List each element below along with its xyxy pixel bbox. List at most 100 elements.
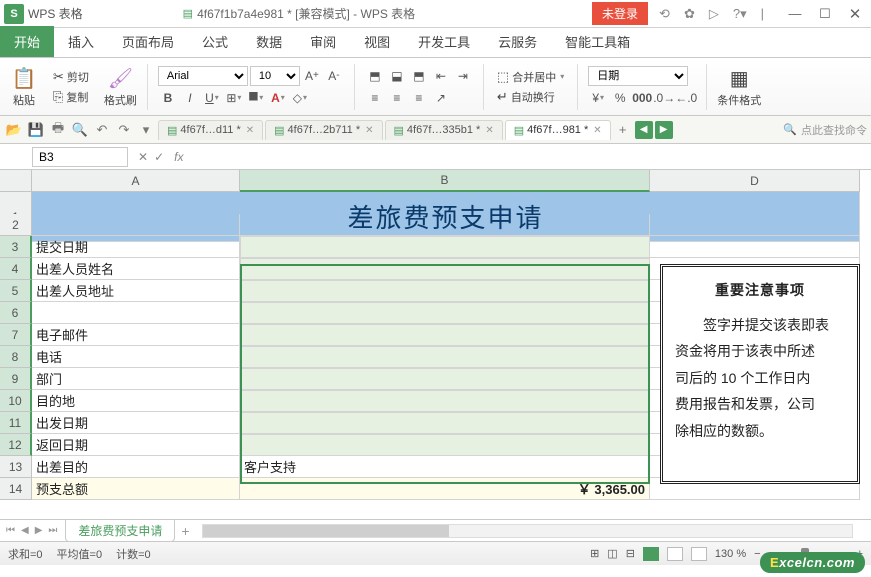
- add-tab-button[interactable]: +: [613, 120, 633, 140]
- share-icon[interactable]: ▷: [706, 6, 722, 22]
- cell-b7[interactable]: [240, 324, 650, 346]
- dec-decimal-button[interactable]: ←.0: [676, 88, 696, 108]
- cell-a14[interactable]: 预支总额: [32, 478, 240, 500]
- tab-review[interactable]: 审阅: [296, 26, 350, 57]
- align-center-button[interactable]: ≡: [387, 88, 407, 108]
- print-icon[interactable]: 🖶: [48, 120, 68, 140]
- paste-button[interactable]: 📋粘贴: [6, 64, 42, 110]
- indent-right-button[interactable]: ⇥: [453, 66, 473, 86]
- save-icon[interactable]: 💾: [26, 120, 46, 140]
- tab-home[interactable]: 开始: [0, 26, 54, 57]
- first-sheet-button[interactable]: ⏮: [6, 525, 15, 536]
- doctab-2[interactable]: ▤4f67f…2b711 *✕: [265, 120, 382, 140]
- tab-layout[interactable]: 页面布局: [108, 26, 188, 57]
- currency-button[interactable]: ¥▾: [588, 88, 608, 108]
- close-button[interactable]: ✕: [843, 4, 867, 24]
- merge-button[interactable]: ⬚合并居中▾: [494, 68, 567, 86]
- tab-cloud[interactable]: 云服务: [484, 26, 551, 57]
- sync-icon[interactable]: ⟲: [656, 6, 673, 22]
- horizontal-scrollbar[interactable]: [202, 524, 853, 538]
- underline-button[interactable]: U▾: [202, 88, 222, 108]
- help-icon[interactable]: ?▾: [730, 6, 750, 22]
- cell-b3[interactable]: [240, 236, 650, 258]
- align-right-button[interactable]: ≡: [409, 88, 429, 108]
- row-header-12[interactable]: 12: [0, 434, 32, 456]
- tab-data[interactable]: 数据: [242, 26, 296, 57]
- font-select[interactable]: Arial: [158, 66, 248, 86]
- tab-view[interactable]: 视图: [350, 26, 404, 57]
- cell-a10[interactable]: 目的地: [32, 390, 240, 412]
- size-select[interactable]: 10: [250, 66, 300, 86]
- align-top-button[interactable]: ⬒: [365, 66, 385, 86]
- row-header-4[interactable]: 4: [0, 258, 32, 280]
- view-icon-1[interactable]: ⊞: [590, 547, 599, 560]
- col-header-b[interactable]: B: [240, 170, 650, 192]
- close-icon[interactable]: ✕: [365, 125, 373, 136]
- row-header-11[interactable]: 11: [0, 412, 32, 434]
- preview-icon[interactable]: 🔍: [70, 120, 90, 140]
- number-format-select[interactable]: 日期: [588, 66, 688, 86]
- zoom-value[interactable]: 130 %: [715, 548, 746, 560]
- cell-b14[interactable]: ￥ 3,365.00: [240, 478, 650, 500]
- col-header-d[interactable]: D: [650, 170, 860, 192]
- cell-b4[interactable]: [240, 258, 650, 280]
- close-icon[interactable]: ✕: [485, 125, 493, 136]
- orientation-button[interactable]: ↗: [431, 88, 451, 108]
- cell-a13[interactable]: 出差目的: [32, 456, 240, 478]
- row-header-8[interactable]: 8: [0, 346, 32, 368]
- cell-a11[interactable]: 出发日期: [32, 412, 240, 434]
- wrap-button[interactable]: ↵自动换行: [494, 88, 567, 106]
- cancel-icon[interactable]: ✕: [138, 150, 148, 164]
- spreadsheet-grid[interactable]: A B D 1 差旅费预支申请 2 3提交日期 4出差人员姓名 5出差人员地址 …: [0, 170, 871, 519]
- undo-icon[interactable]: ↶: [92, 120, 112, 140]
- minimize-button[interactable]: —: [783, 4, 807, 24]
- cell-b11[interactable]: [240, 412, 650, 434]
- percent-button[interactable]: %: [610, 88, 630, 108]
- tab-tools[interactable]: 智能工具箱: [551, 26, 644, 57]
- login-badge[interactable]: 未登录: [592, 2, 648, 25]
- command-search[interactable]: 🔍点此查找命令: [783, 122, 867, 138]
- redo-icon[interactable]: ↷: [114, 120, 134, 140]
- cell-a8[interactable]: 电话: [32, 346, 240, 368]
- last-sheet-button[interactable]: ⏭: [48, 525, 57, 536]
- indent-left-button[interactable]: ⇤: [431, 66, 451, 86]
- settings-icon[interactable]: ✿: [681, 6, 698, 22]
- row-header-7[interactable]: 7: [0, 324, 32, 346]
- cond-format-button[interactable]: ▦条件格式: [713, 64, 765, 110]
- bold-button[interactable]: B: [158, 88, 178, 108]
- row-header-14[interactable]: 14: [0, 478, 32, 500]
- confirm-icon[interactable]: ✓: [154, 150, 164, 164]
- fx-label[interactable]: fx: [174, 150, 183, 164]
- align-bottom-button[interactable]: ⬒: [409, 66, 429, 86]
- sheet-tab-1[interactable]: 差旅费预支申请: [65, 520, 175, 542]
- decrease-font-button[interactable]: A-: [324, 66, 344, 86]
- row-header-2[interactable]: 2: [0, 214, 32, 236]
- cell-a7[interactable]: 电子邮件: [32, 324, 240, 346]
- tab-insert[interactable]: 插入: [54, 26, 108, 57]
- cell-a3[interactable]: 提交日期: [32, 236, 240, 258]
- row-header-3[interactable]: 3: [0, 236, 32, 258]
- fill-color-button[interactable]: ⯀▾: [246, 88, 266, 108]
- col-header-a[interactable]: A: [32, 170, 240, 192]
- cell-b13[interactable]: 客户支持: [240, 456, 650, 478]
- comma-button[interactable]: 000: [632, 88, 652, 108]
- tab-dev[interactable]: 开发工具: [404, 26, 484, 57]
- formula-input[interactable]: [191, 149, 867, 164]
- close-icon[interactable]: ✕: [593, 125, 601, 136]
- row-header-6[interactable]: 6: [0, 302, 32, 324]
- cell-a5[interactable]: 出差人员地址: [32, 280, 240, 302]
- cell-b5[interactable]: [240, 280, 650, 302]
- row-header-10[interactable]: 10: [0, 390, 32, 412]
- clear-format-button[interactable]: ◇▾: [290, 88, 310, 108]
- cell-b8[interactable]: [240, 346, 650, 368]
- tab-next-button[interactable]: ▶: [655, 121, 673, 139]
- cell-b12[interactable]: [240, 434, 650, 456]
- view-icon-3[interactable]: ⊟: [626, 547, 635, 560]
- scrollbar-thumb[interactable]: [203, 525, 450, 537]
- italic-button[interactable]: I: [180, 88, 200, 108]
- doctab-4[interactable]: ▤4f67f…981 *✕: [505, 120, 611, 140]
- border-button[interactable]: ⊞▾: [224, 88, 244, 108]
- maximize-button[interactable]: ☐: [813, 4, 837, 24]
- view-icon-2[interactable]: ◫: [607, 547, 617, 560]
- align-left-button[interactable]: ≡: [365, 88, 385, 108]
